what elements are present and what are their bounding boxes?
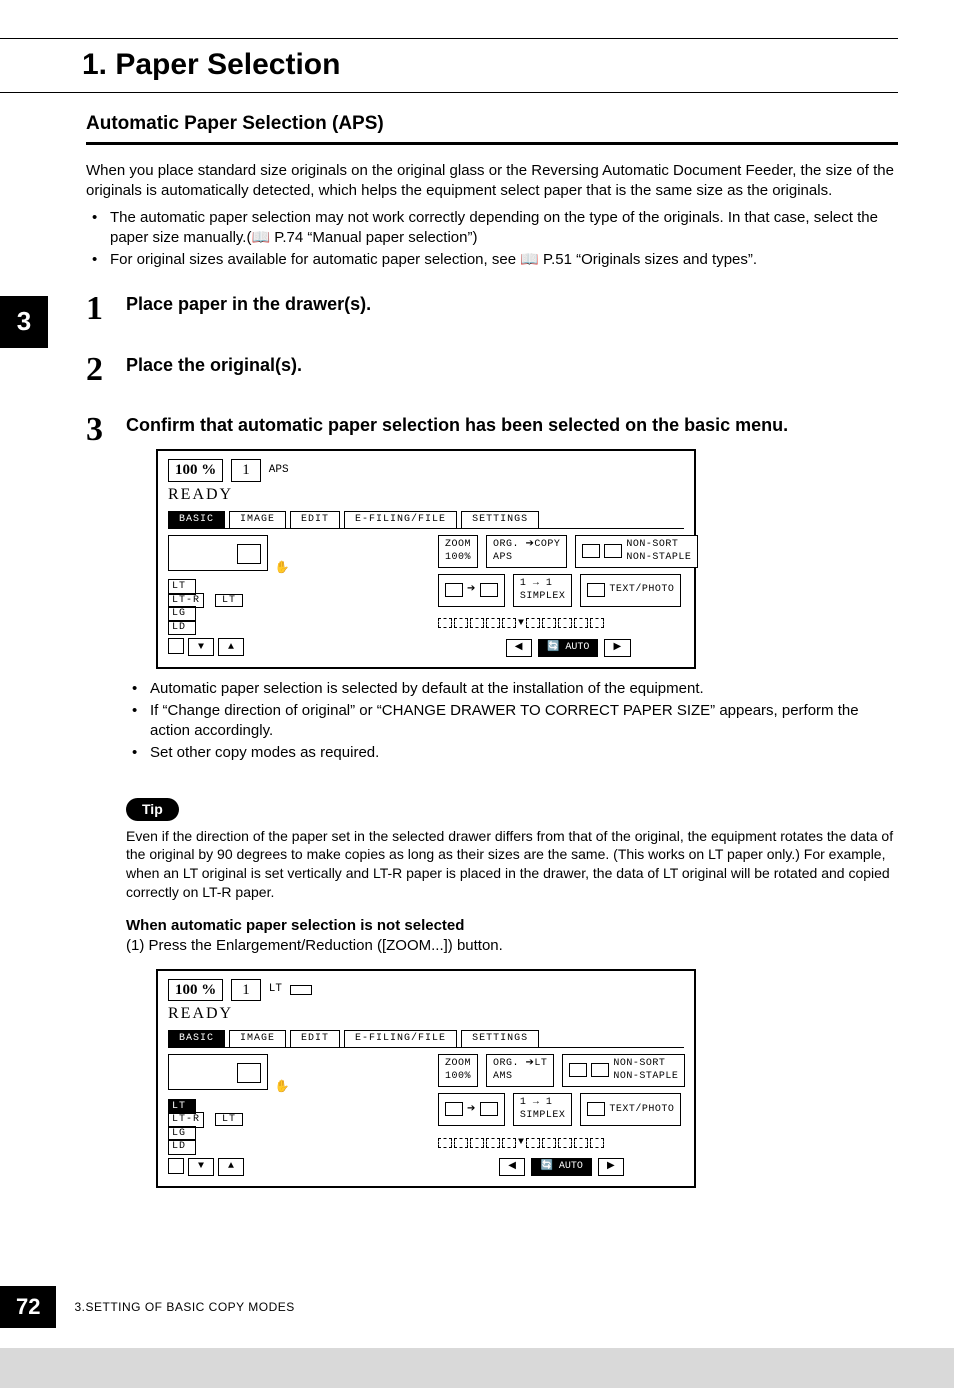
duplex-button[interactable]: ➔ [438,574,505,607]
mode-label: APS [269,463,289,478]
auto-button[interactable]: 🔄 AUTO [538,639,598,657]
zoom-percent: 100 % [168,459,223,481]
step-2: 2 Place the original(s). [86,353,898,377]
tab-edit[interactable]: EDIT [290,511,340,528]
tab-efiling-2[interactable]: E-FILING/FILE [344,1030,457,1047]
next-button[interactable]: ▶ [604,639,630,657]
tab-image[interactable]: IMAGE [229,511,286,528]
subhead-not-selected: When automatic paper selection is not se… [126,916,898,936]
next-button-2[interactable]: ▶ [598,1158,624,1176]
selected-size: LT [215,594,243,607]
intro-bullet-1: The automatic paper selection may not wo… [86,208,898,249]
prev-button-2[interactable]: ◀ [499,1158,525,1176]
eject-icon [168,638,184,654]
step-3: 3 Confirm that automatic paper selection… [86,413,898,437]
tab-basic-2[interactable]: BASIC [168,1030,225,1047]
page2-icon [480,583,498,597]
simplex-button[interactable]: 1 → 1 SIMPLEX [513,574,573,607]
scanner-icon-2 [168,1054,268,1090]
step-2-title: Place the original(s). [126,353,898,377]
step3-bullet-2: If “Change direction of original” or “CH… [126,701,898,742]
auto-button-2[interactable]: 🔄 AUTO [531,1158,591,1176]
tip-text: Even if the direction of the paper set i… [126,827,898,903]
arrow-down-button[interactable]: ▼ [188,638,214,656]
textphoto-button-2[interactable]: TEXT/PHOTO [580,1093,681,1126]
prev-button[interactable]: ◀ [506,639,532,657]
doc-icon-2 [587,1102,605,1116]
intro-bullets: The automatic paper selection may not wo… [86,208,898,271]
quantity-value-2: 1 [231,979,261,1001]
ready-status: READY [168,484,684,506]
subline-zoom: (1) Press the Enlargement/Reduction ([ZO… [126,936,898,956]
quantity-value: 1 [231,459,261,481]
drawer-ld-2: LD [168,1139,196,1155]
tab-edit-2[interactable]: EDIT [290,1030,340,1047]
tab-basic[interactable]: BASIC [168,511,225,528]
stack2-icon [604,544,622,558]
page-number: 72 [0,1286,56,1328]
hand-icon: ✋ [275,561,290,575]
tip-badge: Tip [126,798,179,821]
preset-row: ▼ [438,617,698,631]
page-title: 1. Paper Selection [82,45,898,86]
textphoto-button[interactable]: TEXT/PHOTO [580,574,681,607]
hand-icon-2: ✋ [275,1080,290,1094]
stack2-icon-2 [591,1063,609,1077]
eject-icon-2 [168,1158,184,1174]
arrow-up-button-2[interactable]: ▲ [218,1158,244,1176]
step-2-number: 2 [86,347,103,393]
drawer-list-2: LT LT-R LT LG LD [168,1100,428,1154]
drawer-ld: LD [168,620,196,636]
mode-label-2: LT [269,982,282,997]
step-3-number: 3 [86,407,103,453]
page2-icon-2 [480,1102,498,1116]
stack-icon [582,544,600,558]
page-icon [445,583,463,597]
footer-text: 3.SETTING OF BASIC COPY MODES [74,1299,294,1315]
doc-icon [587,583,605,597]
tab-settings[interactable]: SETTINGS [461,511,539,528]
step-1: 1 Place paper in the drawer(s). [86,292,898,316]
panel-tabs: BASIC IMAGE EDIT E-FILING/FILE SETTINGS [168,511,684,529]
page-footer: 72 3.SETTING OF BASIC COPY MODES [0,1286,295,1328]
page-icon-2 [445,1102,463,1116]
zoom-percent-2: 100 % [168,979,223,1001]
duplex-button-2[interactable]: ➔ [438,1093,505,1126]
stack-icon-2 [569,1063,587,1077]
lcd-panel-lt: 100 % 1 LT READY BASIC IMAGE EDIT E-FILI… [156,969,696,1188]
lcd-panel-aps: 100 % 1 APS READY BASIC IMAGE EDIT E-FIL… [156,449,696,668]
scanner-icon [168,535,268,571]
arrow-up-button[interactable]: ▲ [218,638,244,656]
step3-bullets: Automatic paper selection is selected by… [126,679,898,764]
orgcopy-button[interactable]: ORG. ➔COPY APS [486,535,567,568]
chapter-tab: 3 [0,296,48,348]
orgcopy-button-2[interactable]: ORG. ➔LT AMS [486,1054,554,1087]
section-heading: Automatic Paper Selection (APS) [86,111,898,146]
simplex-button-2[interactable]: 1 → 1 SIMPLEX [513,1093,573,1126]
ready-status-2: READY [168,1003,684,1025]
zoom-button-2[interactable]: ZOOM 100% [438,1054,478,1087]
selected-size-2: LT [215,1113,243,1126]
nonsort-button[interactable]: NON-SORT NON-STAPLE [575,535,698,568]
intro-bullet-2: For original sizes available for automat… [86,250,898,270]
preset-row-2: ▼ [438,1136,685,1150]
intro-paragraph: When you place standard size originals o… [86,161,898,202]
step3-bullet-1: Automatic paper selection is selected by… [126,679,898,699]
step-3-title: Confirm that automatic paper selection h… [126,413,898,437]
drawer-list: LT LT-R LT LG LD [168,580,428,634]
arrow-down-button-2[interactable]: ▼ [188,1158,214,1176]
step-1-number: 1 [86,286,103,332]
page-title-bar: 1. Paper Selection [0,38,898,93]
panel-tabs-2: BASIC IMAGE EDIT E-FILING/FILE SETTINGS [168,1030,684,1048]
tab-image-2[interactable]: IMAGE [229,1030,286,1047]
step3-bullet-3: Set other copy modes as required. [126,743,898,763]
tab-efiling[interactable]: E-FILING/FILE [344,511,457,528]
step-1-title: Place paper in the drawer(s). [126,292,898,316]
tab-settings-2[interactable]: SETTINGS [461,1030,539,1047]
tray-icon [290,985,312,995]
zoom-button[interactable]: ZOOM 100% [438,535,478,568]
nonsort-button-2[interactable]: NON-SORT NON-STAPLE [562,1054,685,1087]
